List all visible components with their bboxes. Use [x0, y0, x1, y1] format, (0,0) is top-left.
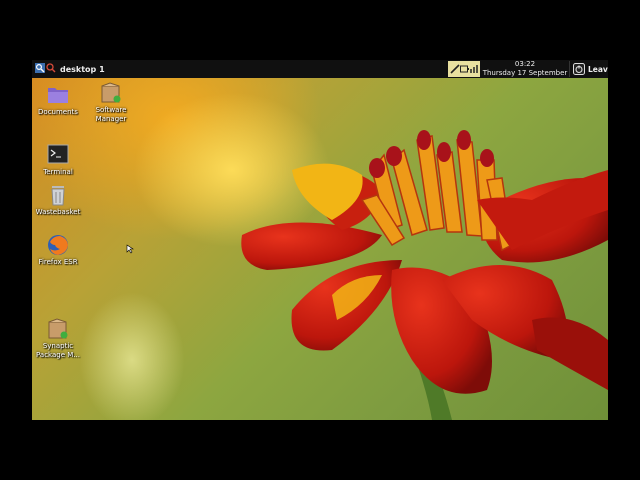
desktop-switcher[interactable]: desktop 1: [60, 65, 105, 74]
clock[interactable]: 03:22 Thursday 17 September: [480, 60, 570, 78]
desktop-icon-terminal[interactable]: Terminal: [32, 144, 88, 177]
desktop-icon-documents[interactable]: Documents: [32, 84, 88, 117]
power-icon: [573, 63, 585, 77]
leave-label: Leave: [588, 65, 608, 74]
desktop-icon-synaptic[interactable]: Synaptic Package M...: [32, 318, 88, 360]
system-tray: [448, 61, 480, 77]
desktop-icon-label: Software Manager: [95, 106, 127, 123]
package-icon: [100, 82, 122, 104]
mouse-pointer-icon: [126, 239, 134, 258]
desktop-icon-label: Firefox ESR: [38, 258, 78, 266]
taskbar: desktop 1 03:22 Thursday 17 September Le…: [32, 60, 608, 78]
desktop-icon-firefox[interactable]: Firefox ESR: [32, 234, 88, 267]
package-icon: [47, 318, 69, 340]
trash-icon: [47, 184, 69, 206]
folder-icon: [47, 84, 69, 106]
terminal-icon: [47, 144, 69, 166]
battery-icon[interactable]: [460, 65, 469, 75]
desktop-screen: desktop 1 03:22 Thursday 17 September Le…: [32, 60, 608, 420]
clock-time: 03:22: [514, 60, 536, 68]
desktop-icon-software-manager[interactable]: Software Manager: [81, 82, 141, 124]
leave-button[interactable]: Leave: [569, 61, 608, 77]
pen-icon[interactable]: [450, 64, 460, 76]
desktop-icon-label: Terminal: [43, 168, 73, 176]
zoom-icon[interactable]: [46, 63, 56, 75]
desktop-icon-label: Synaptic Package M...: [36, 342, 80, 359]
firefox-icon: [47, 234, 69, 256]
desktop-icon-label: Documents: [38, 108, 78, 116]
desktop-icon-label: Wastebasket: [35, 208, 81, 216]
desktop-icon-wastebasket[interactable]: Wastebasket: [32, 184, 88, 217]
clock-date: Thursday 17 September: [482, 69, 568, 77]
network-icon[interactable]: [470, 64, 479, 76]
search-icon[interactable]: [35, 63, 45, 75]
